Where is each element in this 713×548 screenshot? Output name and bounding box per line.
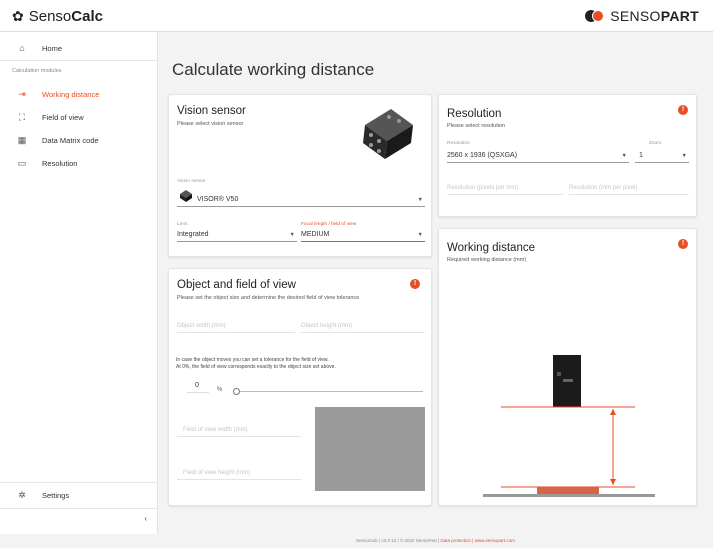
ground-plate bbox=[483, 494, 655, 497]
object-block bbox=[537, 487, 599, 494]
chevron-down-icon: ▼ bbox=[417, 197, 423, 203]
tolerance-unit: % bbox=[217, 387, 223, 393]
sidebar-divider bbox=[0, 508, 158, 509]
field-placeholder: Resolution (pixels per mm) bbox=[447, 185, 519, 191]
chevron-down-icon: ▼ bbox=[289, 232, 295, 238]
resolution-select[interactable]: Resolution 2560 x 1936 (QSXGA) ▼ bbox=[447, 141, 629, 163]
collapse-sidebar-button[interactable]: ‹ bbox=[144, 514, 147, 523]
field-label: Vision sensor bbox=[177, 179, 206, 184]
footer-version: | v2.0.12 | © 2022 SensoPart | bbox=[379, 538, 440, 543]
brand-mark-icon bbox=[585, 10, 605, 22]
card-subtitle: Please select vision sensor bbox=[177, 121, 244, 127]
tolerance-input[interactable]: 0 bbox=[187, 377, 209, 393]
sidebar-divider bbox=[0, 482, 158, 483]
card-title: Object and field of view bbox=[177, 279, 296, 291]
resolution-card: Resolution Please select resolution ! Re… bbox=[438, 94, 697, 217]
sidebar-divider bbox=[0, 60, 158, 61]
footer-app: SensoCalc bbox=[356, 538, 378, 543]
field-value: 1 bbox=[639, 152, 643, 159]
field-value: MEDIUM bbox=[301, 231, 330, 238]
fov-height-input[interactable]: Field of view height (mm) bbox=[177, 462, 301, 480]
card-subtitle: Please set the object size and determine… bbox=[177, 295, 360, 301]
info-icon[interactable]: ! bbox=[410, 279, 420, 289]
object-width-input[interactable]: Object width (mm) bbox=[177, 315, 295, 333]
sidebar-item-data-matrix-code[interactable]: ▦ Data Matrix code bbox=[0, 130, 158, 150]
field-placeholder: Field of view height (mm) bbox=[183, 470, 251, 476]
field-label: Zoom bbox=[649, 141, 662, 146]
vision-sensor-image bbox=[363, 109, 413, 159]
sidebar-item-resolution[interactable]: ▭ Resolution bbox=[0, 153, 158, 173]
footer-links[interactable]: Data protection | www.sensopart.com bbox=[440, 538, 514, 543]
field-placeholder: Field of view width (mm) bbox=[183, 427, 248, 433]
field-label: Resolution bbox=[447, 141, 470, 146]
tolerance-slider-handle[interactable] bbox=[233, 388, 240, 395]
card-title: Resolution bbox=[447, 108, 502, 120]
page-title: Calculate working distance bbox=[172, 60, 375, 79]
sidebar-item-working-distance[interactable]: ⇥ Working distance bbox=[0, 84, 158, 104]
sidebar-item-settings[interactable]: ✲ Settings bbox=[0, 485, 158, 505]
data-matrix-icon: ▦ bbox=[17, 134, 27, 145]
field-value: Integrated bbox=[177, 231, 209, 238]
sidebar-item-home[interactable]: ⌂ Home bbox=[0, 38, 158, 58]
object-fov-card: Object and field of view Please set the … bbox=[168, 268, 432, 506]
field-value: 0 bbox=[195, 382, 199, 389]
card-subtitle: Please select resolution bbox=[447, 123, 506, 129]
tolerance-note: In case the object moves you can set a t… bbox=[176, 357, 336, 370]
app-logo[interactable]: ✿ SensoCalc bbox=[12, 8, 103, 25]
pixels-per-mm-output: Resolution (pixels per mm) bbox=[447, 179, 563, 195]
app-name: SensoCalc bbox=[28, 8, 103, 25]
lens-select[interactable]: Lens Integrated ▼ bbox=[177, 222, 297, 242]
object-height-input[interactable]: Object height (mm) bbox=[301, 315, 425, 333]
mm-per-pixel-output: Resolution (mm per pixel) bbox=[569, 179, 689, 195]
sidebar-item-label: Home bbox=[42, 43, 63, 53]
field-value: VISOR® V50 bbox=[197, 196, 239, 203]
sidebar-item-label: Field of view bbox=[42, 112, 84, 122]
focal-length-select[interactable]: Focal length / field of view MEDIUM ▼ bbox=[301, 222, 425, 242]
sidebar-item-field-of-view[interactable]: ⛶ Field of view bbox=[0, 107, 158, 127]
gear-logo-icon: ✿ bbox=[12, 8, 24, 24]
zoom-select[interactable]: Zoom 1 ▼ bbox=[635, 141, 689, 163]
resolution-icon: ▭ bbox=[17, 157, 27, 168]
sidebar: ⌂ Home Calculation modules ⇥ Working dis… bbox=[0, 32, 158, 534]
brand-logo: SENSOPART bbox=[585, 8, 699, 24]
footer: SensoCalc | v2.0.12 | © 2022 SensoPart |… bbox=[158, 534, 713, 548]
chevron-down-icon: ▼ bbox=[417, 232, 423, 238]
field-placeholder: Object height (mm) bbox=[301, 323, 353, 329]
sidebar-section-title: Calculation modules bbox=[12, 68, 62, 74]
field-value: 2560 x 1936 (QSXGA) bbox=[447, 152, 518, 159]
fov-width-input[interactable]: Field of view width (mm) bbox=[177, 419, 301, 437]
info-icon[interactable]: ! bbox=[678, 105, 688, 115]
sidebar-item-label: Resolution bbox=[42, 158, 78, 168]
chevron-down-icon: ▼ bbox=[621, 153, 627, 159]
arrow-to-line-icon: ⇥ bbox=[18, 88, 26, 99]
card-title: Vision sensor bbox=[177, 105, 246, 117]
sidebar-item-label: Settings bbox=[42, 490, 70, 500]
field-label: Lens bbox=[177, 222, 188, 227]
gear-icon: ✲ bbox=[18, 489, 26, 500]
tolerance-slider-track[interactable] bbox=[233, 391, 423, 392]
field-placeholder: Object width (mm) bbox=[177, 323, 226, 329]
sidebar-item-label: Data Matrix code bbox=[42, 135, 99, 145]
vision-sensor-select[interactable]: Vision sensor VISOR® V50 ▼ bbox=[177, 179, 425, 207]
home-icon: ⌂ bbox=[19, 43, 25, 53]
field-of-view-icon: ⛶ bbox=[18, 111, 26, 122]
field-placeholder: Resolution (mm per pixel) bbox=[569, 185, 638, 191]
vision-sensor-card: Vision sensor Please select vision senso… bbox=[168, 94, 432, 257]
top-bar: ✿ SensoCalc SENSOPART bbox=[0, 0, 713, 32]
sidebar-item-label: Working distance bbox=[42, 89, 100, 99]
field-of-view-preview bbox=[315, 407, 425, 491]
field-label: Focal length / field of view bbox=[301, 222, 357, 227]
working-distance-diagram bbox=[483, 355, 655, 497]
vision-sensor-thumbnail-icon bbox=[180, 190, 192, 202]
working-distance-card: Working distance Required working distan… bbox=[438, 228, 697, 506]
chevron-down-icon: ▼ bbox=[681, 153, 687, 159]
